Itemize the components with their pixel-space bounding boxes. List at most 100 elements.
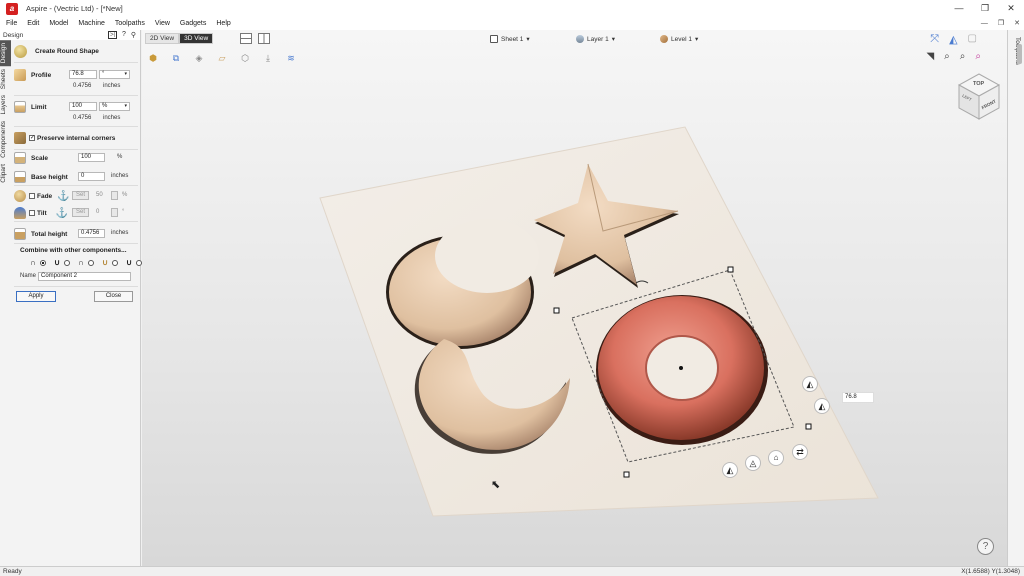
- height-handle-icon[interactable]: ◭: [722, 462, 738, 478]
- collapse-panel-button[interactable]: ᐳ|: [108, 31, 117, 39]
- limit-unit-select[interactable]: % ▾: [99, 102, 130, 111]
- fade-set-button[interactable]: Set: [72, 191, 89, 200]
- tab-clipart[interactable]: Clipart: [0, 161, 11, 186]
- create-shape-icon[interactable]: ⬢: [146, 52, 160, 64]
- profile-handle-icon[interactable]: ◭: [802, 376, 818, 392]
- texture-icon[interactable]: ▱: [215, 52, 229, 64]
- help-circle-button[interactable]: ?: [977, 538, 994, 555]
- close-window-button[interactable]: ✕: [998, 0, 1024, 17]
- fade-spinner[interactable]: [111, 191, 118, 200]
- tab-layers[interactable]: Layers: [0, 92, 11, 118]
- sculpt-icon[interactable]: ⬡: [238, 52, 252, 64]
- fade-checkbox[interactable]: [29, 193, 35, 199]
- limit-unit: %: [102, 103, 108, 109]
- preserve-corners-checkbox[interactable]: ✓: [29, 135, 35, 141]
- menu-model[interactable]: Model: [49, 20, 68, 27]
- menu-toolpaths[interactable]: Toolpaths: [115, 20, 145, 27]
- title-bar: a Aspire - (Vectric Ltd) - [*New] — ❐ ✕: [0, 0, 1024, 17]
- level-selector[interactable]: Level 1 ▾: [660, 35, 698, 43]
- fade-icon: [14, 190, 26, 202]
- minimize-button[interactable]: —: [946, 0, 972, 17]
- base-height-unit: inches: [111, 173, 129, 179]
- base-height-input[interactable]: 0: [78, 172, 105, 181]
- limit-input[interactable]: 100: [69, 102, 97, 111]
- combine-add-radio[interactable]: [40, 259, 46, 266]
- select-mode-icon[interactable]: ▢: [968, 33, 977, 46]
- scale-unit: %: [117, 154, 123, 160]
- doc-restore-button[interactable]: ❐: [998, 17, 1004, 30]
- tab-components[interactable]: Components: [0, 118, 11, 161]
- scale-input[interactable]: 100: [78, 153, 105, 162]
- menu-help[interactable]: Help: [216, 20, 230, 27]
- menu-gadgets[interactable]: Gadgets: [180, 20, 206, 27]
- layer-selector[interactable]: Layer 1 ▾: [576, 35, 615, 43]
- close-button[interactable]: Close: [94, 291, 133, 302]
- maximize-button[interactable]: ❐: [972, 0, 998, 17]
- combine-merge-icon[interactable]: ∩: [76, 258, 86, 267]
- profile-input[interactable]: 76.8: [69, 70, 97, 79]
- 3d-viewport[interactable]: 2D View 3D View Sheet 1 ▾ Layer 1 ▾ Level …: [142, 30, 1007, 566]
- shape-tool-icon[interactable]: ◈: [192, 52, 206, 64]
- tilt-checkbox[interactable]: [29, 210, 35, 216]
- tab-2d-view[interactable]: 2D View: [145, 33, 180, 44]
- layer-label: Layer 1: [587, 35, 609, 43]
- wave-icon[interactable]: ≋: [284, 52, 298, 64]
- combine-merge-radio[interactable]: [88, 259, 94, 266]
- combine-low-icon[interactable]: ∪: [100, 258, 110, 267]
- scrollbar[interactable]: [1017, 44, 1022, 64]
- combine-multiply-icon[interactable]: ∪: [124, 258, 134, 267]
- combine-low-radio[interactable]: [112, 259, 118, 266]
- anchor-icon[interactable]: ⚓: [56, 208, 68, 219]
- tab-design[interactable]: Design: [0, 40, 11, 67]
- angle-input-field[interactable]: 76.8: [842, 392, 874, 403]
- base-height-label: Base height: [31, 173, 68, 181]
- tilt-spinner[interactable]: [111, 208, 118, 217]
- zoom-icon[interactable]: ⌕: [960, 51, 966, 62]
- selection-handle: [553, 307, 560, 314]
- move-down-icon[interactable]: ⤓: [261, 52, 275, 64]
- base-height-icon: [14, 171, 26, 183]
- total-height-unit: inches: [111, 230, 129, 236]
- scale-handle-icon[interactable]: ◬: [745, 455, 761, 471]
- combine-subtract-icon[interactable]: ∪: [52, 258, 62, 267]
- split-horizontal-icon[interactable]: [240, 33, 252, 44]
- anchor-icon[interactable]: ⚓: [57, 191, 69, 202]
- tilt-unit: °: [122, 209, 125, 215]
- settings-handle-icon[interactable]: ⇄: [792, 444, 808, 460]
- chevron-down-icon: ▾: [124, 71, 127, 77]
- menu-machine[interactable]: Machine: [78, 20, 104, 27]
- tab-3d-view[interactable]: 3D View: [179, 33, 214, 44]
- limit-handle-icon[interactable]: ◭: [814, 398, 830, 414]
- transform-icon[interactable]: ⤧: [930, 33, 939, 46]
- cursor-coordinates: X(1.6588) Y(1.3048): [961, 568, 1020, 575]
- profile-unit: °: [102, 71, 105, 77]
- node-edit-icon[interactable]: ◭: [949, 33, 957, 46]
- menu-edit[interactable]: Edit: [27, 20, 39, 27]
- sheet-selector[interactable]: Sheet 1 ▾: [490, 35, 530, 43]
- apply-button[interactable]: Apply: [16, 291, 56, 302]
- doc-close-button[interactable]: ✕: [1014, 17, 1020, 30]
- doc-minimize-button[interactable]: —: [981, 17, 988, 30]
- combine-subtract-radio[interactable]: [64, 259, 70, 266]
- component-name-input[interactable]: Component 2: [38, 272, 131, 281]
- design-panel: Design ᐳ| ? ⚲ Design Sheets Layers Compo…: [0, 30, 142, 566]
- render-material-icon[interactable]: ◥: [926, 51, 934, 62]
- combine-add-icon[interactable]: ∩: [28, 258, 38, 267]
- tab-sheets[interactable]: Sheets: [0, 66, 11, 92]
- chevron-down-icon: ▾: [124, 103, 127, 109]
- base-handle-icon[interactable]: ⌂: [768, 450, 784, 466]
- profile-unit-select[interactable]: ° ▾: [99, 70, 130, 79]
- zoom-selection-icon[interactable]: ⌕: [975, 51, 981, 62]
- view-cube[interactable]: TOP FRONT LEFT: [957, 72, 1001, 122]
- zoom-extents-icon[interactable]: ⌕: [944, 51, 950, 62]
- component-tree-icon[interactable]: ⧉: [169, 52, 183, 64]
- panel-header: Design ᐳ| ? ⚲: [0, 30, 140, 40]
- pin-icon[interactable]: ⚲: [131, 31, 136, 39]
- split-vertical-icon[interactable]: [258, 33, 270, 44]
- menu-file[interactable]: File: [6, 20, 17, 27]
- fade-value: 50: [96, 192, 103, 198]
- menu-view[interactable]: View: [155, 20, 170, 27]
- tilt-set-button[interactable]: Set: [72, 208, 89, 217]
- selection-box: [571, 269, 795, 463]
- help-button[interactable]: ?: [122, 31, 126, 39]
